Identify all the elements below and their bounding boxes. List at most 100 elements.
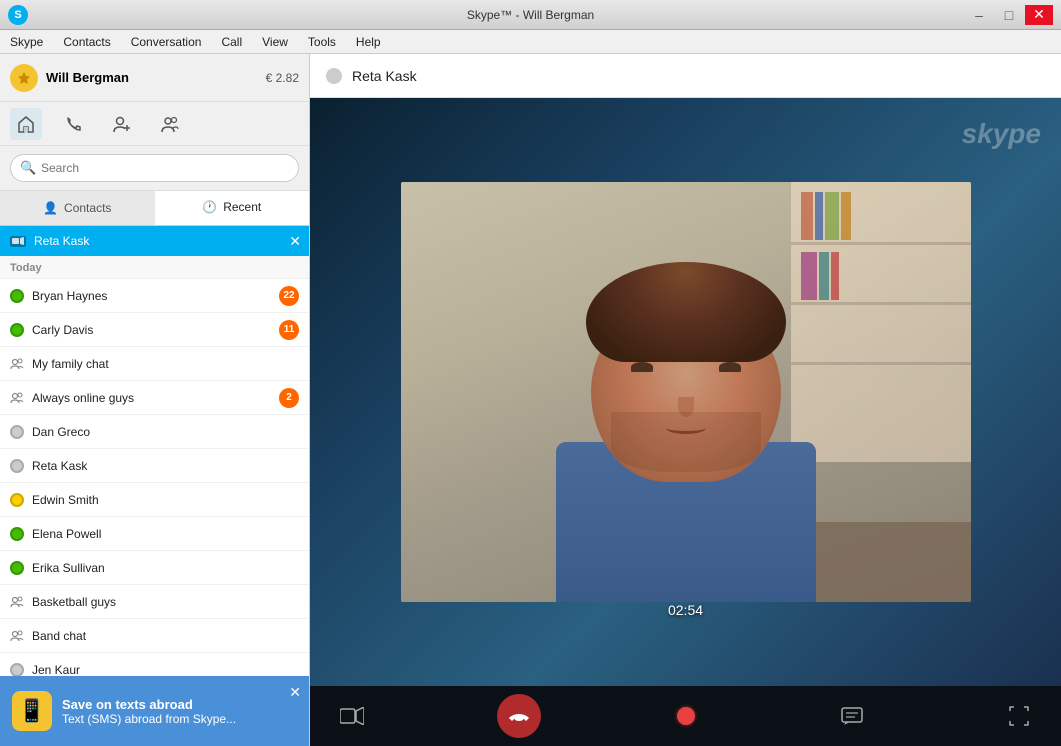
list-item[interactable]: Elena Powell [0, 517, 309, 551]
call-controls [310, 686, 1061, 746]
notification-text: Save on texts abroad Text (SMS) abroad f… [62, 697, 236, 726]
unread-badge: 22 [279, 286, 299, 306]
list-item[interactable]: Erika Sullivan [0, 551, 309, 585]
status-offline-icon [10, 663, 24, 677]
person-hair [586, 262, 786, 362]
call-contact-status-icon [326, 68, 342, 84]
window-title: Skype™ - Will Bergman [467, 8, 594, 22]
contact-name: Jen Kaur [32, 663, 299, 677]
fullscreen-button[interactable] [997, 694, 1041, 738]
list-item[interactable]: Edwin Smith [0, 483, 309, 517]
notification-icon: 📱 [12, 691, 52, 731]
status-online-icon [10, 561, 24, 575]
notification-title: Save on texts abroad [62, 697, 236, 712]
contact-name: Reta Kask [32, 459, 299, 473]
skype-logo-icon: S [8, 5, 28, 25]
phone-icon[interactable] [58, 108, 90, 140]
menu-bar: Skype Contacts Conversation Call View To… [0, 30, 1061, 54]
list-item[interactable]: Basketball guys [0, 585, 309, 619]
contact-name: Band chat [32, 629, 299, 643]
call-header: Reta Kask [310, 54, 1061, 98]
profile-bar: Will Bergman € 2.82 [0, 54, 309, 102]
minimize-button[interactable]: – [965, 5, 993, 25]
people-icon[interactable] [154, 108, 186, 140]
video-area: skype [310, 98, 1061, 686]
search-box: 🔍 [0, 146, 309, 191]
contacts-tab-label: Contacts [64, 201, 111, 215]
contact-name: Bryan Haynes [32, 289, 271, 303]
list-item[interactable]: Dan Greco [0, 415, 309, 449]
add-contact-icon[interactable] [106, 108, 138, 140]
unread-badge: 2 [279, 388, 299, 408]
call-timer-container: 02:54 [668, 602, 703, 618]
main-layout: Will Bergman € 2.82 🔍 [0, 54, 1061, 746]
skype-watermark: skype [962, 118, 1041, 150]
menu-view[interactable]: View [252, 30, 298, 53]
menu-contacts[interactable]: Contacts [53, 30, 120, 53]
list-item[interactable]: Carly Davis 11 [0, 313, 309, 347]
active-contact-name: Reta Kask [34, 234, 89, 248]
bookshelf-bg [791, 182, 971, 462]
notification-banner: 📱 Save on texts abroad Text (SMS) abroad… [0, 676, 309, 746]
list-item[interactable]: Always online guys 2 [0, 381, 309, 415]
contact-name: Erika Sullivan [32, 561, 299, 575]
title-bar: S Skype™ - Will Bergman – □ ✕ [0, 0, 1061, 30]
person-head-container [591, 262, 781, 482]
window-controls: – □ ✕ [965, 5, 1053, 25]
chat-button[interactable] [830, 694, 874, 738]
contact-name: Always online guys [32, 391, 271, 405]
tab-recent[interactable]: 🕐 Recent [155, 191, 310, 225]
status-online-icon [10, 289, 24, 303]
left-panel: Will Bergman € 2.82 🔍 [0, 54, 310, 746]
record-dot-icon [677, 707, 695, 725]
contact-name: Edwin Smith [32, 493, 299, 507]
unread-badge: 11 [279, 320, 299, 340]
search-icon: 🔍 [20, 160, 36, 176]
group-icon [10, 357, 24, 371]
status-online-icon [10, 323, 24, 337]
status-offline-icon [10, 459, 24, 473]
active-contact-item[interactable]: Reta Kask ✕ [0, 226, 309, 256]
notification-body: Text (SMS) abroad from Skype... [62, 712, 236, 726]
status-online-icon [10, 527, 24, 541]
status-away-icon [10, 493, 24, 507]
call-timer: 02:54 [668, 602, 703, 618]
group-icon [10, 391, 24, 405]
right-panel: Reta Kask skype [310, 54, 1061, 746]
video-toggle-button[interactable] [330, 694, 374, 738]
recent-tab-label: Recent [223, 200, 261, 214]
contact-name: Carly Davis [32, 323, 271, 337]
tabs: 👤 Contacts 🕐 Recent [0, 191, 309, 226]
list-item[interactable]: My family chat [0, 347, 309, 381]
date-divider-today: Today [0, 256, 309, 279]
record-button[interactable] [664, 694, 708, 738]
list-item[interactable]: Reta Kask [0, 449, 309, 483]
profile-credit: € 2.82 [266, 71, 299, 85]
contact-name: My family chat [32, 357, 299, 371]
contact-name: Dan Greco [32, 425, 299, 439]
menu-help[interactable]: Help [346, 30, 391, 53]
notification-close-button[interactable]: ✕ [289, 684, 301, 701]
tab-contacts[interactable]: 👤 Contacts [0, 191, 155, 225]
close-active-contact-button[interactable]: ✕ [289, 233, 301, 250]
contact-name: Elena Powell [32, 527, 299, 541]
contact-name: Basketball guys [32, 595, 299, 609]
menu-skype[interactable]: Skype [0, 30, 53, 53]
end-call-button[interactable] [497, 694, 541, 738]
search-input[interactable] [10, 154, 299, 182]
call-contact-name: Reta Kask [352, 68, 417, 84]
home-icon[interactable] [10, 108, 42, 140]
menu-tools[interactable]: Tools [298, 30, 346, 53]
list-item[interactable]: Jen Kaur [0, 653, 309, 676]
list-item[interactable]: Bryan Haynes 22 [0, 279, 309, 313]
maximize-button[interactable]: □ [995, 5, 1023, 25]
video-call-icon [10, 236, 26, 247]
menu-call[interactable]: Call [211, 30, 252, 53]
group-icon [10, 629, 24, 643]
close-button[interactable]: ✕ [1025, 5, 1053, 25]
menu-conversation[interactable]: Conversation [121, 30, 212, 53]
list-item[interactable]: Band chat [0, 619, 309, 653]
video-frame [401, 182, 971, 602]
recent-icon: 🕐 [202, 200, 217, 214]
group-icon [10, 595, 24, 609]
